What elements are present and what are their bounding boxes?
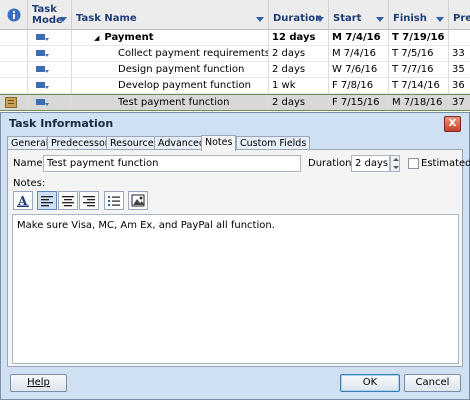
column-header-duration[interactable]: Duration — [269, 0, 329, 30]
tab-general[interactable]: General — [7, 136, 53, 150]
notes-indicator-icon[interactable] — [5, 97, 17, 108]
column-header-task-name[interactable]: Task Name — [72, 0, 269, 30]
duration-cell[interactable]: 1 wk — [269, 78, 329, 93]
table-row[interactable]: Design payment function 2 days W 7/6/16 … — [0, 62, 470, 78]
predecessors-cell[interactable]: 35 — [449, 62, 470, 77]
insert-object-icon — [131, 194, 145, 207]
chevron-down-icon[interactable] — [316, 17, 324, 22]
duration-input[interactable]: 2 days — [351, 155, 390, 172]
predecessors-header-label: Pre — [453, 13, 470, 24]
auto-scheduled-icon — [36, 82, 49, 89]
finish-cell[interactable]: M 7/18/16 — [389, 95, 449, 110]
auto-scheduled-icon — [36, 50, 49, 57]
align-center-button[interactable] — [58, 191, 78, 210]
task-name-cell[interactable]: ◢ Payment — [72, 30, 269, 45]
cancel-button[interactable]: Cancel — [404, 374, 461, 392]
duration-label: Duration: — [308, 158, 355, 169]
chevron-down-icon[interactable] — [59, 17, 67, 22]
table-row[interactable]: ◢ Payment 12 days M 7/4/16 T 7/19/16 — [0, 30, 470, 46]
predecessors-cell[interactable]: 33 — [449, 46, 470, 61]
finish-cell[interactable]: T 7/14/16 — [389, 78, 449, 93]
align-right-icon — [83, 196, 95, 207]
help-button[interactable]: Help — [10, 374, 67, 392]
finish-cell[interactable]: T 7/19/16 — [389, 30, 449, 45]
column-header-start[interactable]: Start — [329, 0, 389, 30]
table-row-selected[interactable]: Test payment function 2 days F 7/15/16 M… — [0, 94, 470, 111]
auto-scheduled-icon — [36, 99, 49, 106]
start-cell[interactable]: F 7/15/16 — [329, 95, 389, 110]
finish-cell[interactable]: T 7/5/16 — [389, 46, 449, 61]
finish-header-label: Finish — [393, 13, 427, 24]
align-right-button[interactable] — [79, 191, 99, 210]
align-left-button[interactable] — [37, 191, 57, 210]
predecessors-cell[interactable] — [449, 30, 470, 45]
tab-notes[interactable]: Notes — [201, 135, 237, 151]
close-button[interactable]: X — [444, 116, 461, 132]
bullet-list-icon — [108, 196, 120, 206]
tab-custom-fields[interactable]: Custom Fields — [236, 136, 311, 150]
chevron-down-icon[interactable] — [436, 17, 444, 22]
column-header-task-mode[interactable]: Task Mode — [28, 0, 72, 30]
task-mode-header-label: Task Mode — [32, 4, 63, 26]
chevron-down-icon[interactable] — [256, 17, 264, 22]
task-name-text: Payment — [104, 32, 154, 43]
task-name-cell[interactable]: Develop payment function — [72, 78, 269, 93]
notes-label: Notes: — [13, 178, 46, 189]
column-header-predecessors[interactable]: Pre — [449, 0, 470, 30]
start-cell[interactable]: W 7/6/16 — [329, 62, 389, 77]
align-center-icon — [62, 196, 74, 207]
task-name-header-label: Task Name — [76, 13, 137, 24]
font-button[interactable]: A — [13, 191, 33, 210]
duration-spinner[interactable] — [390, 155, 400, 172]
task-name-cell[interactable]: Collect payment requirements — [72, 46, 269, 61]
name-label: Name: — [13, 158, 46, 169]
bullet-list-button[interactable] — [104, 191, 124, 210]
collapse-triangle-icon[interactable]: ◢ — [94, 34, 99, 42]
notes-text-area[interactable]: Make sure Visa, MC, Am Ex, and PayPal al… — [12, 214, 459, 364]
estimated-label: Estimated — [421, 158, 470, 169]
font-icon: A — [17, 194, 29, 207]
svg-text:A: A — [17, 194, 28, 207]
notes-panel: Name: Test payment function Duration: 2 … — [7, 149, 470, 367]
auto-scheduled-icon — [36, 66, 49, 73]
spin-down-icon[interactable] — [393, 166, 399, 169]
dialog-titlebar[interactable]: Task Information X — [1, 113, 469, 134]
name-input[interactable]: Test payment function — [43, 155, 301, 172]
column-header-info[interactable] — [0, 0, 28, 30]
predecessors-cell[interactable]: 36 — [449, 78, 470, 93]
start-cell[interactable]: M 7/4/16 — [329, 46, 389, 61]
duration-header-label: Duration — [273, 13, 323, 24]
task-information-dialog: Task Information X General Predecessors … — [0, 112, 470, 400]
column-header-finish[interactable]: Finish — [389, 0, 449, 30]
start-cell[interactable]: F 7/8/16 — [329, 78, 389, 93]
align-left-icon — [41, 196, 53, 207]
dialog-title: Task Information — [9, 117, 114, 130]
spin-up-icon[interactable] — [393, 158, 399, 161]
duration-cell[interactable]: 12 days — [269, 30, 329, 45]
start-header-label: Start — [333, 13, 362, 24]
task-name-cell[interactable]: Design payment function — [72, 62, 269, 77]
notes-text: Make sure Visa, MC, Am Ex, and PayPal al… — [17, 220, 275, 231]
insert-object-button[interactable] — [128, 191, 148, 210]
info-icon — [7, 8, 21, 22]
table-row[interactable]: Develop payment function 1 wk F 7/8/16 T… — [0, 78, 470, 94]
auto-scheduled-icon — [36, 34, 49, 41]
table-row[interactable]: Collect payment requirements 2 days M 7/… — [0, 46, 470, 62]
estimated-checkbox[interactable] — [408, 158, 419, 169]
duration-cell[interactable]: 2 days — [269, 62, 329, 77]
finish-cell[interactable]: T 7/7/16 — [389, 62, 449, 77]
predecessors-cell[interactable]: 37 — [449, 95, 470, 110]
notes-toolbar: A — [13, 191, 163, 210]
start-cell[interactable]: M 7/4/16 — [329, 30, 389, 45]
task-name-cell[interactable]: Test payment function — [72, 95, 269, 110]
duration-cell[interactable]: 2 days — [269, 46, 329, 61]
ok-button[interactable]: OK — [340, 374, 400, 392]
help-button-label: Help — [27, 377, 50, 388]
duration-cell[interactable]: 2 days — [269, 95, 329, 110]
gantt-table: Task Mode Task Name Duration Start Finis… — [0, 0, 470, 112]
chevron-down-icon[interactable] — [376, 17, 384, 22]
